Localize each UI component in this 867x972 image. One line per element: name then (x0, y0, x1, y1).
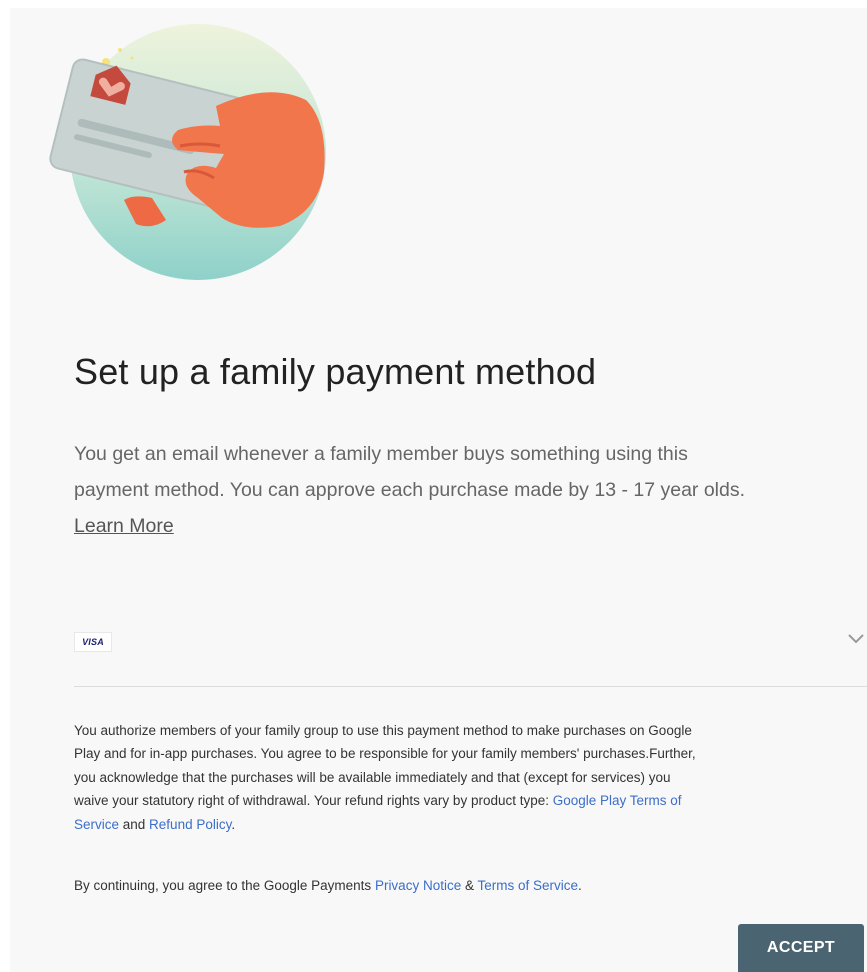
authorization-terms: You authorize members of your family gro… (74, 719, 867, 836)
terms-line: Play and for in-app purchases. You agree… (74, 746, 696, 762)
continue-agreement: By continuing, you agree to the Google P… (74, 878, 582, 893)
terms-line: you acknowledge that the purchases will … (74, 769, 671, 785)
refund-policy-link[interactable]: Refund Policy (149, 817, 231, 832)
continue-period: . (578, 878, 582, 893)
terms-and: and (119, 816, 150, 832)
family-payment-panel: Set up a family payment method You get a… (10, 8, 867, 972)
continue-text: By continuing, you agree to the Google P… (74, 878, 375, 893)
chevron-down-icon[interactable] (848, 634, 864, 644)
privacy-notice-link[interactable]: Privacy Notice (375, 878, 461, 893)
description-line: You get an email whenever a family membe… (74, 443, 688, 465)
google-play-terms-link-continued[interactable]: Service (74, 817, 119, 832)
google-play-terms-link[interactable]: Google Play Terms of (553, 793, 682, 808)
description: You get an email whenever a family membe… (74, 436, 867, 544)
hand-holding-card-illustration (49, 24, 326, 280)
page-title: Set up a family payment method (74, 351, 597, 392)
terms-period: . (231, 816, 236, 832)
visa-card-icon: VISA (74, 632, 112, 652)
accept-button[interactable]: ACCEPT (738, 924, 864, 972)
continue-amp: & (461, 878, 478, 893)
learn-more-link[interactable]: Learn More (74, 515, 174, 537)
terms-line: waive your statutory right of withdrawal… (74, 793, 553, 809)
description-line: payment method. You can approve each pur… (74, 479, 746, 501)
terms-line: You authorize members of your family gro… (74, 723, 692, 738)
payment-method-selector[interactable]: VISA (74, 622, 867, 687)
terms-of-service-link[interactable]: Terms of Service (477, 878, 578, 893)
